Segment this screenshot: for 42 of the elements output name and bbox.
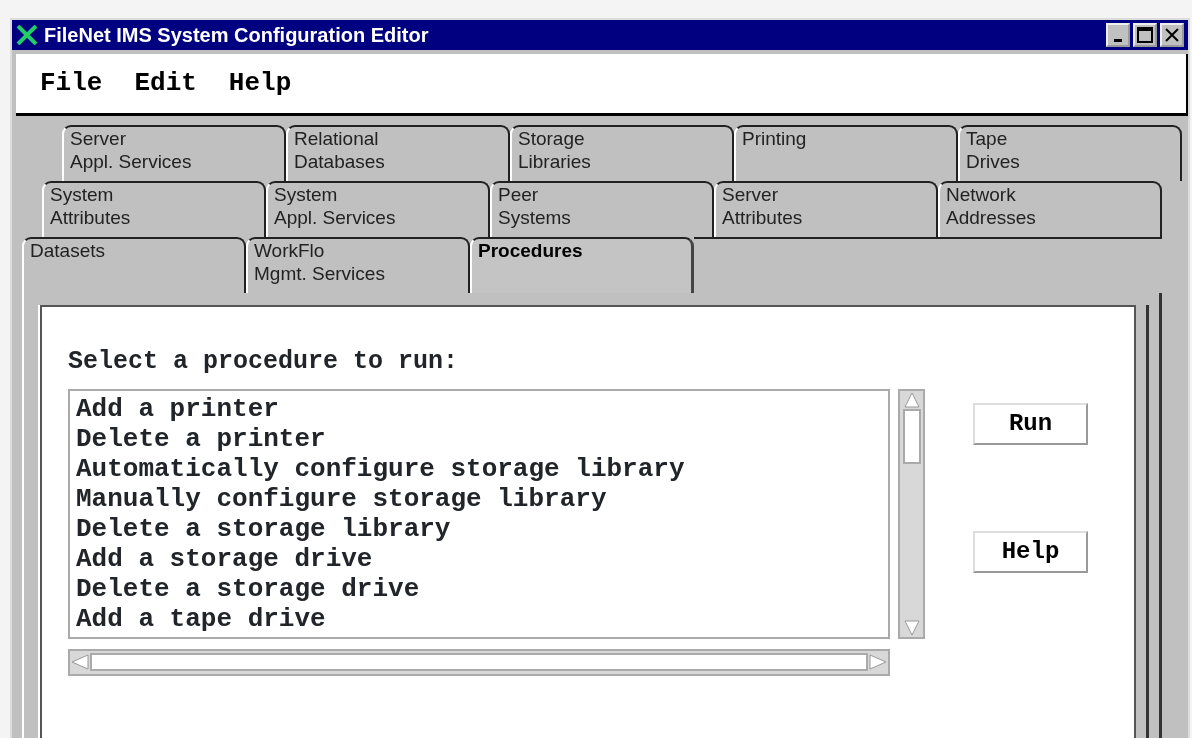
tab[interactable]: Printing bbox=[734, 125, 958, 181]
procedure-list[interactable]: Add a printer Delete a printer Automatically configure storage library Manually configure storage library Delete a storage library Add a storage drive Delete a storage drive Add a tape drive bbox=[68, 388, 890, 639]
tab[interactable]: System Appl. Services bbox=[266, 181, 490, 237]
scroll-right-icon bbox=[868, 654, 888, 670]
close-icon bbox=[1164, 27, 1180, 43]
tab[interactable]: WorkFlo Mgmt. Services bbox=[246, 237, 470, 293]
tab[interactable]: Tape Drives bbox=[958, 125, 1182, 181]
close-button[interactable] bbox=[1160, 23, 1184, 47]
window-title: FileNet IMS System Configuration Editor bbox=[44, 23, 429, 48]
tab[interactable]: Datasets bbox=[22, 237, 246, 293]
push-button[interactable]: Help bbox=[973, 531, 1088, 573]
minimize-icon bbox=[1114, 38, 1122, 42]
minimize-button[interactable] bbox=[1106, 23, 1130, 47]
vertical-scrollbar[interactable] bbox=[898, 388, 925, 639]
tab[interactable]: Server Appl. Services bbox=[62, 125, 286, 181]
menu-item[interactable]: Edit bbox=[134, 64, 197, 103]
tab[interactable]: Network Addresses bbox=[938, 181, 1162, 237]
scroll-left-icon bbox=[70, 654, 90, 670]
x-logo-icon bbox=[16, 25, 38, 45]
list-item[interactable]: Delete a printer bbox=[76, 423, 882, 454]
horizontal-scrollbar[interactable] bbox=[68, 648, 890, 676]
prompt-label: Select a procedure to run: bbox=[68, 346, 460, 378]
list-item[interactable]: Automatically configure storage library bbox=[76, 453, 882, 484]
push-button[interactable]: Run bbox=[973, 403, 1088, 445]
tab[interactable]: Peer Systems bbox=[490, 181, 714, 237]
list-item[interactable]: Add a storage drive bbox=[76, 543, 882, 574]
tab[interactable]: Server Attributes bbox=[714, 181, 938, 237]
list-item[interactable]: Delete a storage library bbox=[76, 513, 882, 544]
scroll-down-icon bbox=[903, 618, 920, 637]
list-item[interactable]: Manually configure storage library bbox=[76, 483, 882, 514]
maximize-icon bbox=[1137, 27, 1153, 43]
list-item[interactable]: Add a tape drive bbox=[76, 603, 882, 634]
menu-item[interactable]: File bbox=[40, 64, 103, 103]
tab[interactable]: Procedures bbox=[470, 237, 694, 293]
tab[interactable]: Storage Libraries bbox=[510, 125, 734, 181]
tab[interactable]: System Attributes bbox=[42, 181, 266, 237]
tab[interactable]: Relational Databases bbox=[286, 125, 510, 181]
list-item[interactable]: Delete a storage drive bbox=[76, 573, 882, 604]
list-item[interactable]: Add a printer bbox=[76, 393, 882, 424]
scroll-up-icon bbox=[903, 390, 920, 409]
maximize-button[interactable] bbox=[1133, 23, 1157, 47]
menu-item[interactable]: Help bbox=[228, 64, 292, 103]
